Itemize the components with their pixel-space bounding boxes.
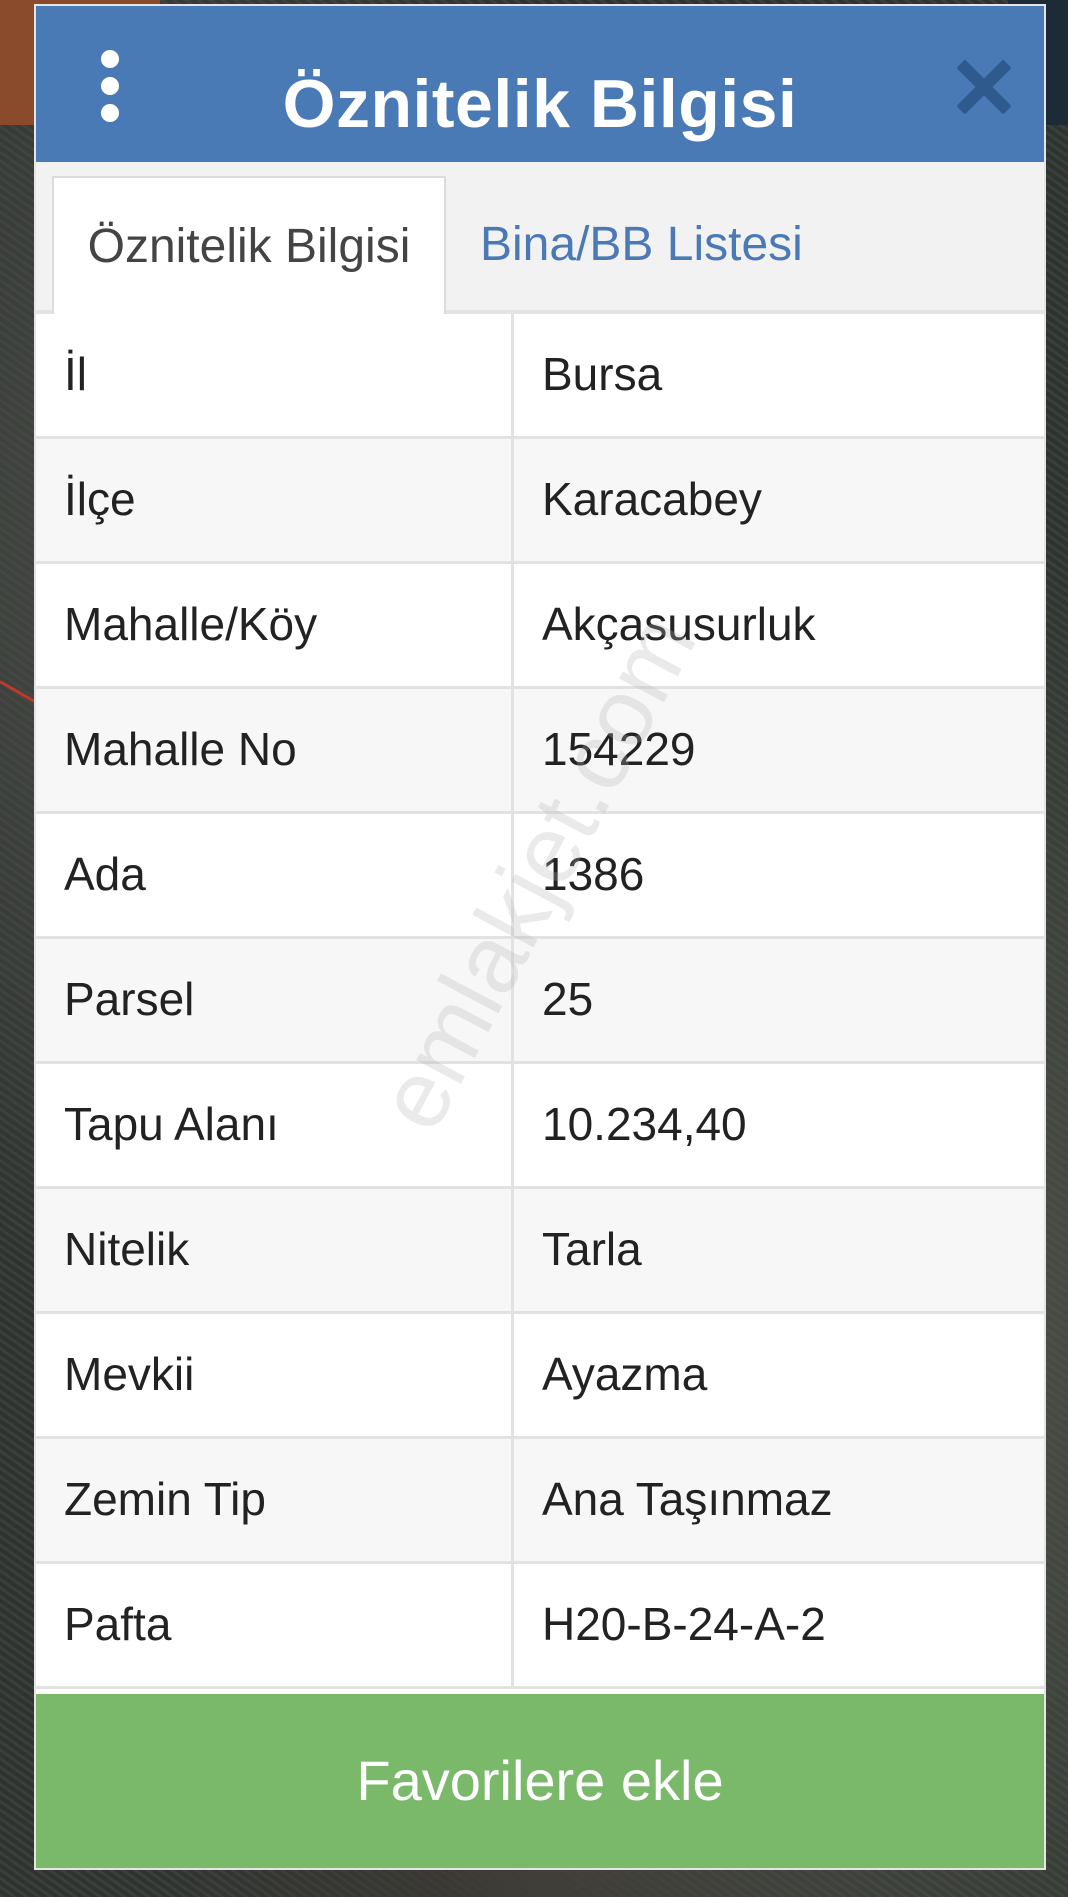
table-row: İlçe Karacabey xyxy=(36,439,1044,564)
attribute-key: İlçe xyxy=(36,439,514,561)
table-row: Nitelik Tarla xyxy=(36,1189,1044,1314)
dialog-title: Öznitelik Bilgisi xyxy=(282,66,798,142)
table-row: Zemin Tip Ana Taşınmaz xyxy=(36,1439,1044,1564)
attribute-value: Akçasusurluk xyxy=(542,598,816,650)
attribute-table: İl Bursa İlçe Karacabey Mahalle/Köy Akça… xyxy=(36,314,1044,1689)
attribute-key: Mahalle No xyxy=(36,689,514,811)
table-row: Mahalle No 154229 xyxy=(36,689,1044,814)
table-row: Tapu Alanı 10.234,40 xyxy=(36,1064,1044,1189)
attribute-value: Tarla xyxy=(542,1223,642,1275)
attribute-key: Parsel xyxy=(36,939,514,1061)
attribute-key: Zemin Tip xyxy=(36,1439,514,1561)
attribute-key: Nitelik xyxy=(36,1189,514,1311)
attribute-value: 25 xyxy=(542,973,594,1025)
attribute-key: Pafta xyxy=(36,1564,514,1686)
attribute-value: Karacabey xyxy=(542,473,762,525)
attribute-key: Ada xyxy=(36,814,514,936)
attribute-key: İl xyxy=(36,314,514,436)
table-row: Mahalle/Köy Akçasusurluk xyxy=(36,564,1044,689)
add-to-favorites-button[interactable]: Favorilere ekle xyxy=(36,1694,1044,1868)
table-row: Mevkii Ayazma xyxy=(36,1314,1044,1439)
attribute-value: 10.234,40 xyxy=(542,1098,747,1150)
attribute-value: Bursa xyxy=(542,348,663,400)
tab-attribute-info[interactable]: Öznitelik Bilgisi xyxy=(52,176,446,314)
tab-building-list[interactable]: Bina/BB Listesi xyxy=(450,176,833,314)
attribute-info-dialog: Öznitelik Bilgisi Öznitelik Bilgisi Bina… xyxy=(34,4,1046,1870)
attribute-key: Tapu Alanı xyxy=(36,1064,514,1186)
attribute-value: Ana Taşınmaz xyxy=(542,1473,833,1525)
attribute-value: H20-B-24-A-2 xyxy=(542,1598,826,1650)
attribute-key: Mahalle/Köy xyxy=(36,564,514,686)
table-row: Parsel 25 xyxy=(36,939,1044,1064)
table-row: Ada 1386 xyxy=(36,814,1044,939)
table-row: Pafta H20-B-24-A-2 xyxy=(36,1564,1044,1689)
tab-bar: Öznitelik Bilgisi Bina/BB Listesi xyxy=(36,162,1044,314)
table-row: İl Bursa xyxy=(36,314,1044,439)
dialog-header: Öznitelik Bilgisi xyxy=(36,6,1044,162)
attribute-value: 1386 xyxy=(542,848,645,900)
attribute-value: 154229 xyxy=(542,723,696,775)
attribute-value: Ayazma xyxy=(542,1348,708,1400)
attribute-key: Mevkii xyxy=(36,1314,514,1436)
close-icon[interactable] xyxy=(954,58,1012,116)
